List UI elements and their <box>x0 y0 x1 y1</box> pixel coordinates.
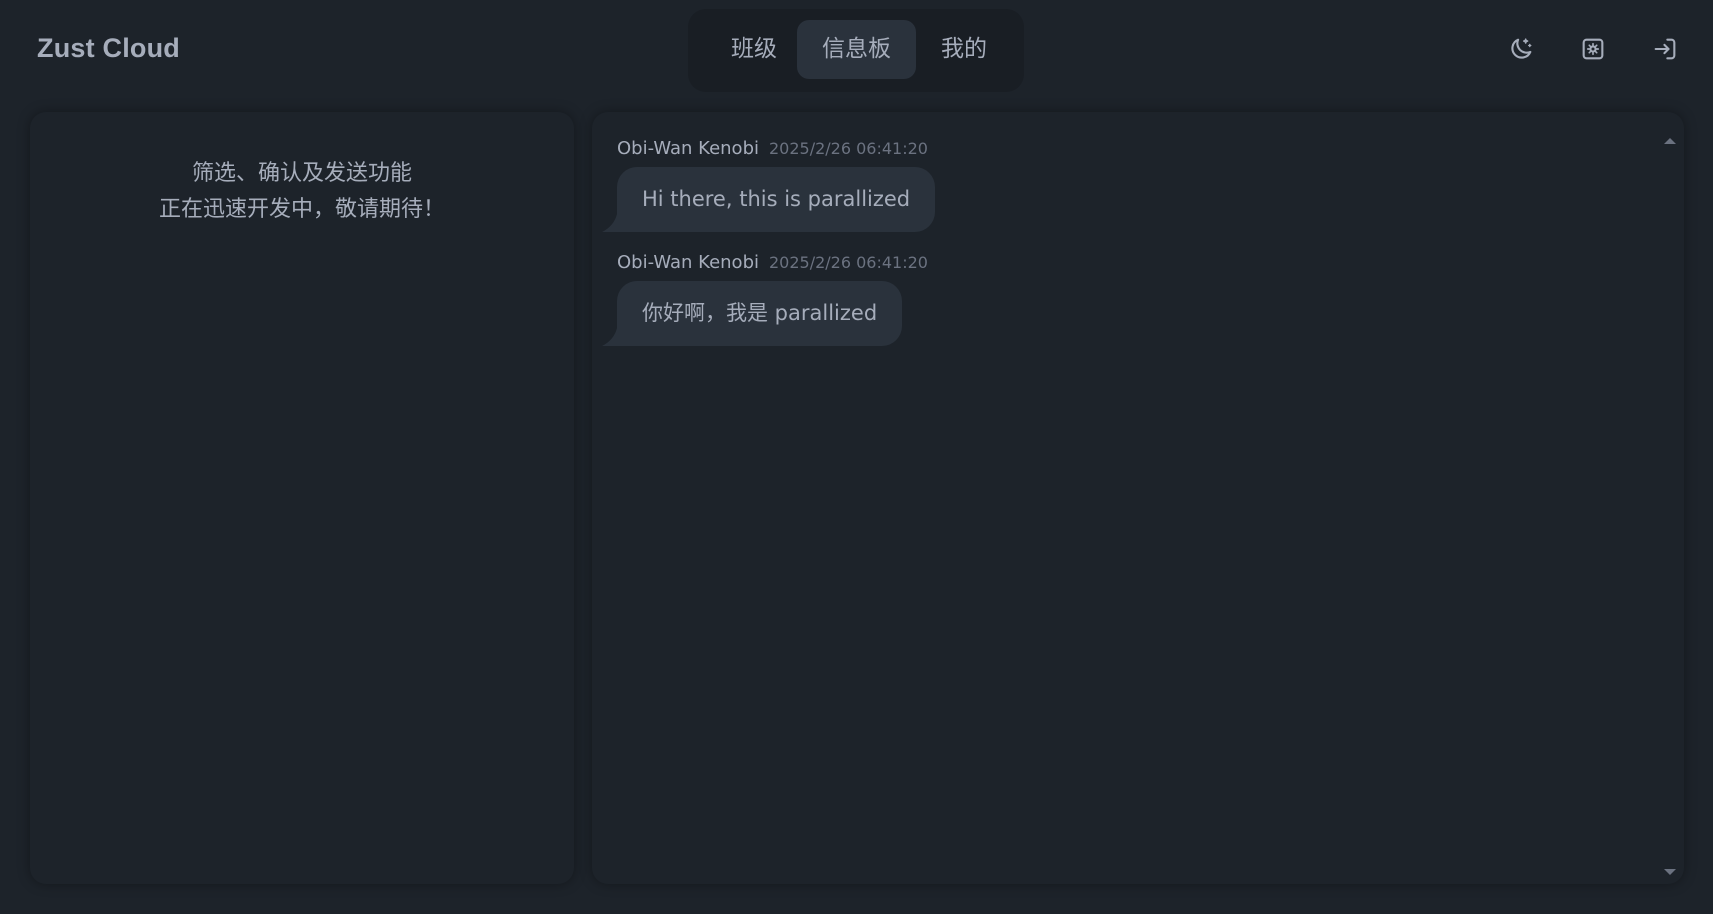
chat-bubble: Hi there, this is parallized <box>602 167 936 232</box>
chat-message: Obi-Wan Kenobi 2025/2/26 06:41:20 你好啊，我是 … <box>602 252 928 346</box>
tab-class[interactable]: 班级 <box>706 20 802 79</box>
navbar: Zust Cloud 班级 信息板 我的 <box>0 0 1713 102</box>
message-text: Hi there, this is parallized <box>642 187 911 211</box>
filter-panel: 筛选、确认及发送功能 正在迅速开发中，敬请期待！ <box>30 112 574 884</box>
message-board[interactable]: Obi-Wan Kenobi 2025/2/26 06:41:20 Hi ther… <box>592 112 1684 884</box>
coming-soon-line-1: 筛选、确认及发送功能 <box>191 161 412 186</box>
message-text: 你好啊，我是 parallized <box>642 301 878 325</box>
bubble-tail <box>602 328 617 346</box>
chat-header: Obi-Wan Kenobi 2025/2/26 06:41:20 <box>617 252 928 273</box>
message-time: 2025/2/26 06:41:20 <box>769 139 928 158</box>
settings-icon <box>1582 38 1604 60</box>
tab-mine[interactable]: 我的 <box>916 20 1012 79</box>
message-author: Obi-Wan Kenobi <box>617 138 759 159</box>
nav-tabs: 班级 信息板 我的 <box>688 9 1024 92</box>
tab-info-board[interactable]: 信息板 <box>797 20 916 79</box>
chat-header: Obi-Wan Kenobi 2025/2/26 06:41:20 <box>617 138 935 159</box>
message-author: Obi-Wan Kenobi <box>617 252 759 273</box>
theme-toggle-button[interactable] <box>1504 32 1538 66</box>
chat-message: Obi-Wan Kenobi 2025/2/26 06:41:20 Hi ther… <box>602 138 936 232</box>
scroll-down-arrow-icon[interactable] <box>1664 869 1676 875</box>
coming-soon-notice: 筛选、确认及发送功能 正在迅速开发中，敬请期待！ <box>30 156 574 228</box>
chat-bubble: 你好啊，我是 parallized <box>602 281 903 346</box>
bubble-tail <box>602 214 617 232</box>
brand-title[interactable]: Zust Cloud <box>37 33 180 64</box>
theme-moon-icon <box>1511 38 1532 59</box>
scroll-up-arrow-icon[interactable] <box>1664 138 1676 144</box>
logout-icon <box>1654 38 1676 60</box>
logout-button[interactable] <box>1648 32 1682 66</box>
message-time: 2025/2/26 06:41:20 <box>769 253 928 272</box>
app-root: Zust Cloud 班级 信息板 我的 筛选、确认及发送功能 正在迅速开发中，… <box>0 0 1713 914</box>
coming-soon-line-2: 正在迅速开发中，敬请期待！ <box>158 197 445 222</box>
settings-button[interactable] <box>1576 32 1610 66</box>
